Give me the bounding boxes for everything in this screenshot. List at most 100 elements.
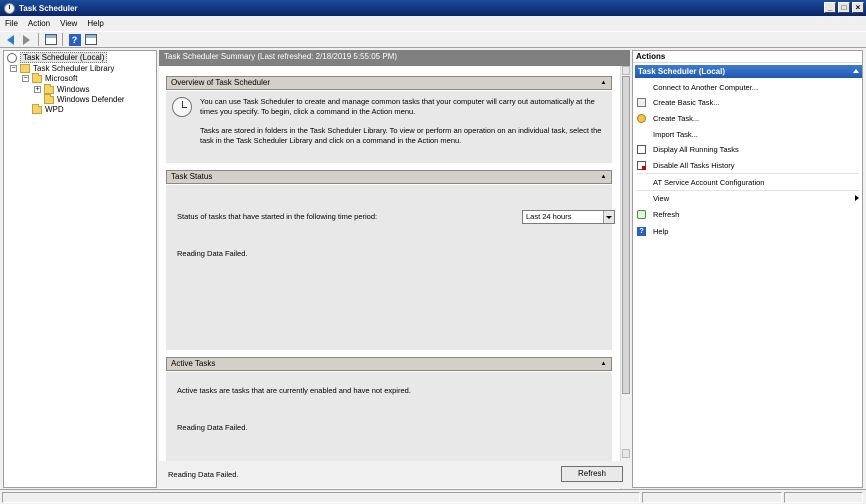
folder-icon [32, 72, 42, 83]
section-title: Task Status [171, 172, 213, 181]
blank-icon [637, 178, 646, 187]
tree-node-label: Task Scheduler Library [33, 64, 115, 73]
task-status-message: Reading Data Failed. [177, 249, 248, 258]
overview-paragraph-1: You can use Task Scheduler to create and… [200, 97, 595, 116]
show-hide-console-tree-button[interactable] [44, 33, 57, 46]
actions-group-header[interactable]: Task Scheduler (Local) [635, 65, 862, 78]
library-folder-icon [20, 64, 30, 73]
scroll-down-icon[interactable] [622, 449, 630, 458]
show-hide-action-pane-button[interactable] [84, 33, 97, 46]
scrollbar-thumb[interactable] [622, 76, 630, 394]
status-segment [2, 492, 640, 503]
task-status-section-header[interactable]: Task Status ▲ [166, 170, 612, 184]
action-disable-all-tasks-history[interactable]: Disable All Tasks History [637, 159, 859, 172]
action-create-basic-task[interactable]: Create Basic Task... [637, 96, 859, 109]
tree-node-task-scheduler-local[interactable]: Task Scheduler (Local) [7, 52, 108, 63]
running-tasks-icon [637, 145, 646, 154]
actions-pane: Actions Task Scheduler (Local) Connect t… [632, 50, 863, 488]
folder-icon [44, 93, 54, 104]
menu-bar: File Action View Help [0, 16, 866, 31]
forward-button[interactable] [20, 33, 33, 46]
tree-node-label: Task Scheduler (Local) [20, 52, 108, 63]
close-button[interactable]: × [852, 2, 864, 13]
time-period-label: Status of tasks that have started in the… [177, 212, 378, 221]
action-at-service-account-configuration[interactable]: AT Service Account Configuration [637, 176, 859, 189]
create-task-icon [637, 114, 646, 123]
scroll-up-icon[interactable] [622, 66, 630, 75]
section-title: Overview of Task Scheduler [171, 78, 271, 87]
action-import-task[interactable]: Import Task... [637, 128, 859, 141]
status-segment [642, 492, 782, 503]
blank-icon [637, 194, 646, 203]
action-label: Connect to Another Computer... [653, 83, 759, 92]
action-view[interactable]: View [637, 192, 859, 205]
forward-arrow-icon [23, 34, 30, 45]
help-button[interactable]: ? [68, 33, 81, 46]
collapse-icon[interactable]: − [22, 75, 29, 82]
tree-node-label: Windows Defender [57, 95, 125, 104]
action-label: Display All Running Tasks [653, 145, 739, 154]
folder-icon [32, 103, 42, 114]
action-label: Create Task... [653, 114, 700, 123]
title-bar: Task Scheduler _ □ × [0, 0, 866, 16]
submenu-arrow-icon [855, 195, 859, 201]
blank-icon [637, 83, 646, 92]
window-controls: _ □ × [824, 2, 864, 13]
menu-help[interactable]: Help [82, 19, 108, 28]
collapse-icon[interactable]: − [10, 65, 17, 72]
action-display-all-running-tasks[interactable]: Display All Running Tasks [637, 143, 859, 156]
action-label: Create Basic Task... [653, 98, 720, 107]
chevron-down-icon[interactable] [603, 211, 614, 223]
status-segment [784, 492, 863, 503]
action-connect-to-another-computer[interactable]: Connect to Another Computer... [637, 81, 859, 94]
task-scheduler-clock-icon[interactable] [4, 2, 15, 14]
action-label: Refresh [653, 210, 680, 219]
menu-file[interactable]: File [0, 19, 23, 28]
task-scheduler-clock-icon [172, 97, 192, 117]
expand-icon[interactable]: + [34, 86, 41, 93]
active-tasks-description: Active tasks are tasks that are currentl… [177, 386, 411, 395]
tree-node-microsoft[interactable]: − Microsoft [22, 72, 78, 84]
time-period-value: Last 24 hours [526, 212, 572, 221]
active-tasks-section-header[interactable]: Active Tasks ▲ [166, 357, 612, 371]
action-refresh[interactable]: Refresh [637, 208, 859, 221]
action-pane-icon [84, 34, 97, 45]
minimize-button[interactable]: _ [824, 2, 836, 13]
menu-view[interactable]: View [55, 19, 82, 28]
overview-paragraph-2: Tasks are stored in folders in the Task … [200, 126, 602, 145]
summary-pane: Task Scheduler Summary (Last refreshed: … [159, 50, 630, 504]
toolbar-separator [38, 33, 39, 46]
active-tasks-section-body: Active tasks are tasks that are currentl… [166, 372, 612, 461]
console-tree: Task Scheduler (Local) − Task Scheduler … [3, 50, 157, 488]
actions-divider [637, 190, 859, 191]
tree-node-wpd[interactable]: WPD [32, 103, 64, 115]
tree-node-label: Microsoft [45, 74, 78, 83]
menu-action[interactable]: Action [23, 19, 55, 28]
help-icon: ? [637, 227, 646, 236]
summary-content: Overview of Task Scheduler ▲ You can use… [159, 66, 620, 504]
collapse-up-icon[interactable]: ▲ [599, 171, 608, 183]
tree-node-label: Windows [57, 85, 90, 94]
refresh-icon [637, 210, 646, 219]
back-button[interactable] [4, 33, 17, 46]
summary-scrollbar[interactable] [620, 66, 630, 504]
collapse-up-icon[interactable]: ▲ [599, 358, 608, 370]
basic-task-icon [637, 98, 646, 107]
console-tree-icon [44, 34, 57, 45]
help-icon: ? [68, 33, 81, 46]
action-create-task[interactable]: Create Task... [637, 112, 859, 125]
summary-footer: Reading Data Failed. Refresh [159, 461, 630, 488]
overview-section-header[interactable]: Overview of Task Scheduler ▲ [166, 76, 612, 90]
collapse-up-icon[interactable]: ▲ [599, 77, 608, 89]
back-arrow-icon [7, 34, 14, 45]
action-label: Disable All Tasks History [653, 161, 735, 170]
disable-history-icon [637, 161, 646, 170]
active-tasks-message: Reading Data Failed. [177, 423, 248, 432]
overview-section-body: You can use Task Scheduler to create and… [166, 91, 612, 163]
blank-icon [637, 130, 646, 139]
maximize-button[interactable]: □ [838, 2, 850, 13]
refresh-button[interactable]: Refresh [561, 466, 623, 482]
action-help[interactable]: ? Help [637, 225, 859, 238]
time-period-select[interactable]: Last 24 hours [522, 210, 615, 224]
collapse-up-icon[interactable] [853, 69, 859, 73]
